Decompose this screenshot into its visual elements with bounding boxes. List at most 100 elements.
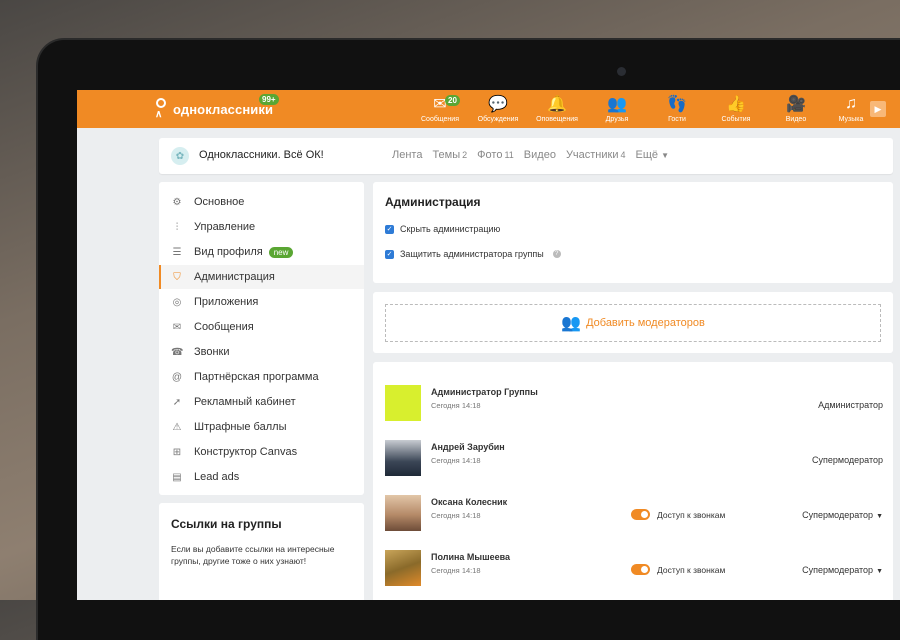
- member-role-dropdown[interactable]: Супермодератор ▼: [802, 510, 883, 520]
- call-access-label: Доступ к звонкам: [657, 564, 726, 575]
- moderators-list: Администратор Группы Сегодня 14:18 Админ…: [373, 362, 893, 600]
- sidebar-item-ad-cabinet[interactable]: ➚ Рекламный кабинет: [159, 390, 364, 414]
- sliders-icon: ⫶: [175, 221, 179, 233]
- help-icon[interactable]: ?: [552, 250, 561, 258]
- sidebar-item-canvas-builder[interactable]: ⊞ Конструктор Canvas: [159, 440, 364, 464]
- video-camera-icon: 🎥: [786, 96, 806, 113]
- nav-friends[interactable]: 👥 Друзья: [592, 94, 642, 123]
- nav-messages[interactable]: ✉ Сообщения 20: [415, 94, 465, 123]
- call-access-label: Доступ к звонкам: [657, 509, 726, 520]
- nav-music[interactable]: ♫ Музыка: [826, 94, 876, 123]
- sidebar-item-basic[interactable]: ⚙ Основное: [159, 190, 364, 214]
- nav-label: Музыка: [838, 116, 864, 123]
- people-group-icon: 👥: [561, 315, 581, 332]
- member-name[interactable]: Полина Мышеева: [431, 552, 510, 562]
- group-tabs: Лента Темы 2 Фото 11 Видео Участники 4 Ещё …: [392, 149, 669, 161]
- member-time: Сегодня 14:18: [431, 511, 481, 520]
- nav-label: Гости: [668, 116, 686, 123]
- gamepad-icon: ◎: [172, 296, 182, 308]
- nav-guests[interactable]: 👣 Гости: [652, 94, 702, 123]
- group-links-text: Если вы добавите ссылки на интересные гр…: [171, 544, 335, 566]
- administration-panel: Администрация ✓ Скрыть администрацию ✓ З…: [373, 182, 893, 283]
- logo-text: одноклассники: [173, 101, 274, 117]
- footprints-icon: 👣: [667, 96, 687, 113]
- add-moderators-label: Добавить модераторов: [586, 317, 705, 329]
- tab-members[interactable]: Участники 4: [566, 149, 626, 161]
- member-name[interactable]: Оксана Колесник: [431, 497, 507, 507]
- list-item: Полина Мышеева Сегодня 14:18 Доступ к зв…: [373, 550, 893, 600]
- nav-notifications[interactable]: 🔔 Оповещения: [532, 94, 582, 123]
- list-item: Администратор Группы Сегодня 14:18 Админ…: [373, 385, 893, 441]
- list-item: Оксана Колесник Сегодня 14:18 Доступ к з…: [373, 495, 893, 551]
- layout-icon: ☰: [172, 246, 182, 258]
- protect-admin-label: Защитить администратора группы: [400, 249, 544, 259]
- webcam: [617, 67, 626, 76]
- phone-icon: ☎: [171, 346, 184, 358]
- member-name[interactable]: Андрей Зарубин: [431, 442, 505, 452]
- avatar[interactable]: [385, 550, 421, 586]
- call-access-toggle[interactable]: Доступ к звонкам: [631, 509, 725, 520]
- member-role: Супермодератор: [812, 455, 883, 465]
- tab-video[interactable]: Видео: [524, 149, 556, 161]
- site-logo[interactable]: ∧ одноклассники: [153, 98, 273, 120]
- sidebar-item-lead-ads[interactable]: ▤ Lead ads: [159, 465, 364, 489]
- member-time: Сегодня 14:18: [431, 456, 481, 465]
- nav-label: Друзья: [605, 116, 629, 123]
- envelope-icon: ✉: [172, 321, 182, 333]
- group-links-panel: Ссылки на группы Если вы добавите ссылки…: [159, 503, 364, 600]
- member-time: Сегодня 14:18: [431, 566, 481, 575]
- checkbox-checked-icon: ✓: [385, 224, 394, 234]
- protect-admin-checkbox[interactable]: ✓ Защитить администратора группы ?: [385, 249, 561, 259]
- sidebar-item-management[interactable]: ⫶ Управление: [159, 215, 364, 239]
- bell-icon: 🔔: [547, 96, 567, 113]
- events-icon: 👍: [726, 96, 746, 113]
- list-icon: ▤: [172, 471, 182, 483]
- tab-topics[interactable]: Темы 2: [432, 149, 467, 161]
- add-moderators-panel: 👥 Добавить модераторов: [373, 292, 893, 353]
- logo-notification-badge: 99+: [259, 94, 279, 105]
- tab-photos[interactable]: Фото 11: [477, 149, 514, 161]
- hide-admin-label: Скрыть администрацию: [400, 224, 501, 234]
- chat-bubbles-icon: 💬: [488, 96, 508, 113]
- tab-more[interactable]: Ещё ▼: [636, 149, 670, 161]
- nav-label: Обсуждения: [477, 116, 519, 123]
- screen: ∧ одноклассники 99+ ✉ Сообщения 20 💬 Обс…: [77, 90, 900, 600]
- canvas-icon: ⊞: [172, 446, 182, 458]
- nav-video[interactable]: 🎥 Видео: [771, 94, 821, 123]
- avatar[interactable]: [385, 385, 421, 421]
- messages-badge: 20: [445, 95, 460, 106]
- checkbox-checked-icon: ✓: [385, 249, 394, 259]
- sidebar-item-apps[interactable]: ◎ Приложения: [159, 290, 364, 314]
- group-links-title: Ссылки на группы: [171, 517, 282, 531]
- avatar[interactable]: [385, 440, 421, 476]
- sidebar-item-messages[interactable]: ✉ Сообщения: [159, 315, 364, 339]
- new-badge: new: [268, 246, 294, 258]
- sidebar-item-penalty-points[interactable]: ⚠ Штрафные баллы: [159, 415, 364, 439]
- play-arrow-icon[interactable]: ▶: [870, 101, 886, 117]
- sidebar-item-partner-program[interactable]: @ Партнёрская программа: [159, 365, 364, 389]
- member-role-dropdown[interactable]: Супермодератор ▼: [802, 565, 883, 575]
- toggle-switch[interactable]: [631, 564, 650, 575]
- add-moderators-button[interactable]: 👥 Добавить модераторов: [385, 304, 881, 342]
- tab-feed[interactable]: Лента: [392, 149, 422, 161]
- toggle-switch[interactable]: [631, 509, 650, 520]
- group-avatar[interactable]: ✿: [171, 147, 189, 165]
- sidebar-item-administration[interactable]: ⛉ Администрация: [159, 265, 364, 289]
- penalty-icon: ⚠: [172, 421, 182, 433]
- settings-sidebar: ⚙ Основное ⫶ Управление ☰ Вид профиля new ⛉ А…: [159, 182, 364, 495]
- hide-admin-checkbox[interactable]: ✓ Скрыть администрацию: [385, 224, 500, 234]
- music-note-icon: ♫: [845, 95, 857, 112]
- friends-icon: 👥: [607, 96, 627, 113]
- call-access-toggle[interactable]: Доступ к звонкам: [631, 564, 725, 575]
- nav-events[interactable]: 👍 События: [711, 94, 761, 123]
- sidebar-item-calls[interactable]: ☎ Звонки: [159, 340, 364, 364]
- chevron-down-icon: ▼: [876, 513, 883, 520]
- group-name[interactable]: Одноклассники. Всё ОК!: [199, 149, 324, 161]
- nav-label: Оповещения: [536, 116, 578, 123]
- shield-icon: ⛉: [173, 271, 181, 283]
- avatar[interactable]: [385, 495, 421, 531]
- nav-label: События: [721, 116, 751, 123]
- sidebar-item-profile-view[interactable]: ☰ Вид профиля new: [159, 240, 364, 264]
- nav-discussions[interactable]: 💬 Обсуждения: [473, 94, 523, 123]
- member-name[interactable]: Администратор Группы: [431, 387, 538, 397]
